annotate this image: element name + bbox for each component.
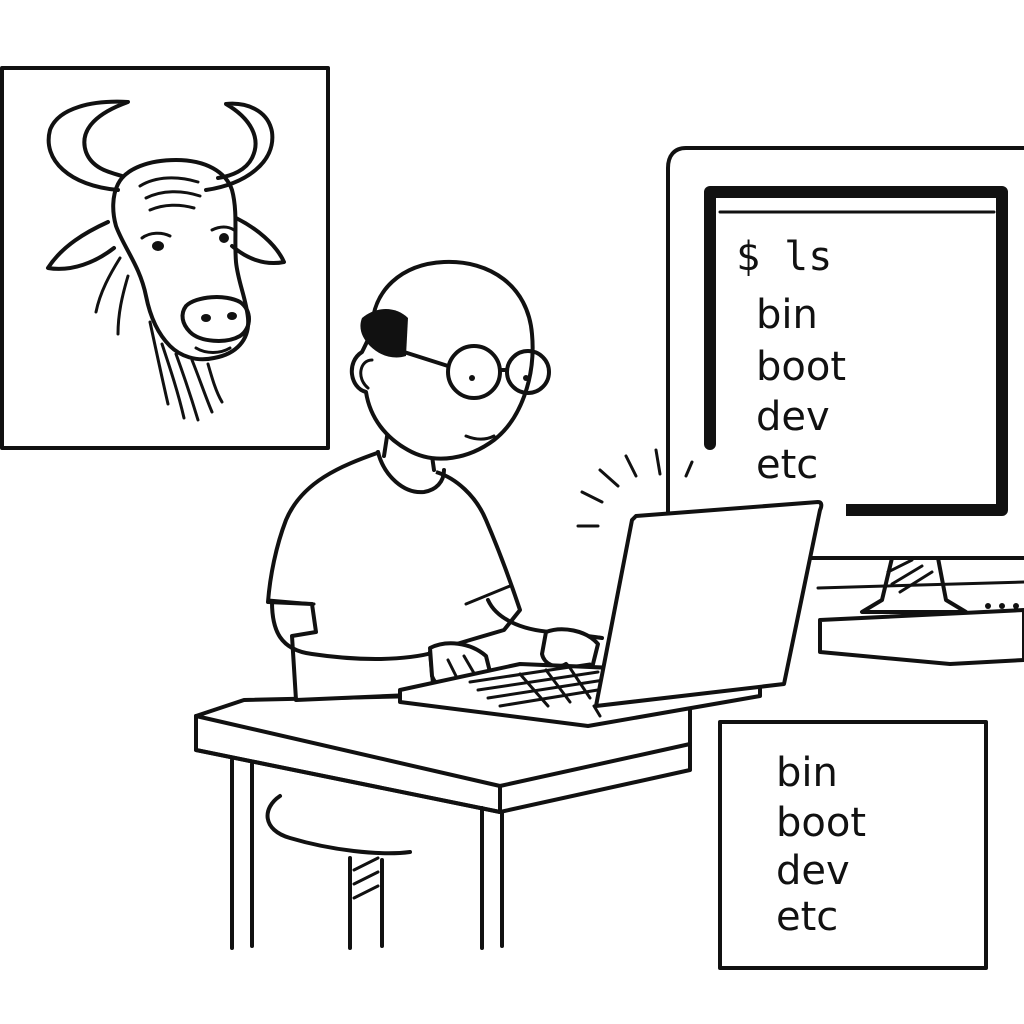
- terminal-prompt: $ ls: [736, 234, 832, 280]
- listing-line: boot: [776, 800, 866, 846]
- terminal-line: etc: [756, 442, 818, 488]
- listing-line: dev: [776, 848, 850, 894]
- listing-line: bin: [776, 750, 838, 796]
- listing-card: bin boot dev etc: [718, 720, 988, 970]
- gnu-poster: [0, 66, 330, 450]
- cartoon-scene: $ ls bin boot dev etc bin boot dev etc: [0, 66, 1024, 970]
- desk: [194, 688, 692, 950]
- terminal-line: bin: [756, 292, 818, 338]
- listing-line: etc: [776, 894, 838, 940]
- terminal-line: dev: [756, 394, 830, 440]
- terminal-line: boot: [756, 344, 846, 390]
- stool: [265, 794, 412, 950]
